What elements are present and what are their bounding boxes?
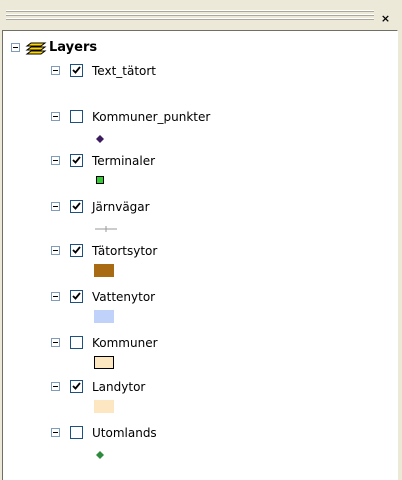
point-symbol-icon: [96, 132, 104, 146]
layer-name: Vattenytor: [92, 290, 156, 304]
layer-visibility-checkbox[interactable]: [70, 200, 83, 213]
railway-line-symbol-icon: [95, 222, 117, 236]
collapse-icon[interactable]: [51, 156, 60, 165]
toc-titlebar[interactable]: ×: [0, 0, 402, 30]
layer-row[interactable]: Kommuner_punkter: [3, 109, 383, 127]
table-of-contents-panel[interactable]: Layers Text_tätort Kommuner_punkter Termin…: [2, 30, 398, 480]
point-symbol-icon: [96, 448, 104, 462]
layer-name: Text_tätort: [92, 64, 157, 78]
layer-visibility-checkbox[interactable]: [70, 380, 83, 393]
checkmark-icon: [72, 292, 81, 300]
layer-visibility-checkbox[interactable]: [70, 64, 83, 77]
layer-row[interactable]: Landytor: [3, 379, 383, 397]
checkmark-icon: [72, 382, 81, 390]
collapse-icon[interactable]: [51, 66, 60, 75]
polygon-outline-symbol-icon: [94, 356, 114, 369]
grip-line: [6, 19, 374, 20]
close-button[interactable]: ×: [379, 13, 392, 26]
layer-visibility-checkbox[interactable]: [70, 336, 83, 349]
polygon-symbol-icon: [94, 264, 114, 277]
layer-name: Kommuner_punkter: [92, 110, 211, 124]
layer-visibility-checkbox[interactable]: [70, 110, 83, 123]
collapse-icon[interactable]: [51, 428, 60, 437]
layer-name: Utomlands: [92, 426, 157, 440]
layers-label: Layers: [49, 40, 98, 55]
layer-row[interactable]: Järnvägar: [3, 199, 383, 217]
checkmark-icon: [72, 246, 81, 254]
grip-line: [6, 11, 374, 12]
layer-visibility-checkbox[interactable]: [70, 154, 83, 167]
collapse-icon[interactable]: [51, 112, 60, 121]
collapse-icon[interactable]: [51, 338, 60, 347]
collapse-icon[interactable]: [51, 202, 60, 211]
polygon-symbol-icon: [94, 310, 114, 323]
collapse-icon[interactable]: [51, 292, 60, 301]
layer-name: Terminaler: [92, 154, 156, 168]
layer-row[interactable]: Terminaler: [3, 153, 383, 171]
layer-row[interactable]: Tätortsytor: [3, 243, 383, 261]
layer-row[interactable]: Utomlands: [3, 425, 383, 443]
layer-name: Kommuner: [92, 336, 158, 350]
layer-visibility-checkbox[interactable]: [70, 244, 83, 257]
checkmark-icon: [72, 202, 81, 210]
layers-root[interactable]: Layers: [9, 40, 209, 58]
layer-name: Tätortsytor: [92, 244, 158, 258]
checkmark-icon: [72, 156, 81, 164]
layer-row[interactable]: Kommuner: [3, 335, 383, 353]
layer-name: Järnvägar: [92, 200, 150, 214]
checkmark-icon: [72, 66, 81, 74]
layer-visibility-checkbox[interactable]: [70, 290, 83, 303]
collapse-icon[interactable]: [11, 43, 20, 52]
collapse-icon[interactable]: [51, 382, 60, 391]
layer-visibility-checkbox[interactable]: [70, 426, 83, 439]
grip-line: [6, 15, 374, 16]
collapse-icon[interactable]: [51, 246, 60, 255]
layer-name: Landytor: [92, 380, 146, 394]
layer-row[interactable]: Vattenytor: [3, 289, 383, 307]
layer-row[interactable]: Text_tätort: [3, 63, 383, 81]
square-point-symbol-icon: [96, 176, 104, 184]
layers-icon: [25, 40, 47, 59]
polygon-symbol-icon: [94, 400, 114, 413]
